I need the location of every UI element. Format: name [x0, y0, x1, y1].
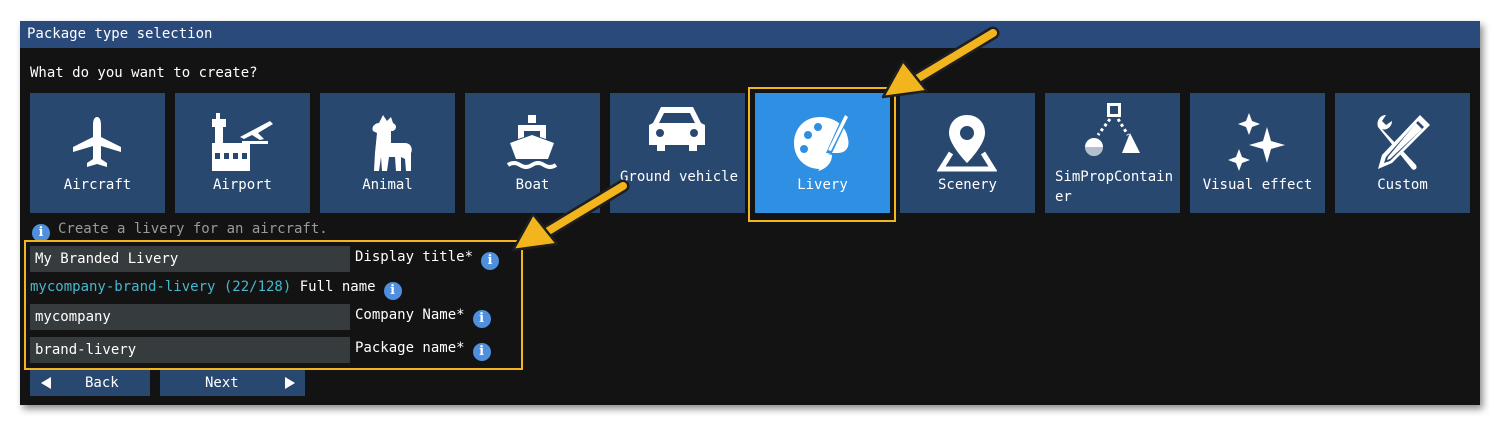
airport-icon [212, 113, 273, 171]
annotation-arrow-livery [881, 26, 1000, 99]
tile-animal[interactable]: Animal [320, 93, 455, 213]
hint-label: Create a livery for an aircraft. [58, 221, 328, 237]
tile-custom[interactable]: Custom [1335, 93, 1470, 213]
tile-simpropcontainer[interactable]: SimPropContainer [1045, 93, 1180, 213]
next-button[interactable]: Next [160, 370, 305, 396]
ship-icon [506, 115, 558, 169]
sparkles-icon [1228, 113, 1285, 171]
tools-icon [1377, 115, 1430, 170]
tile-label: Visual effect [1202, 177, 1313, 193]
dialog-titlebar: Package type selection [20, 21, 1480, 48]
tile-scenery[interactable]: Scenery [900, 93, 1035, 213]
back-button[interactable]: Back [30, 370, 150, 396]
tile-label: Custom [1377, 177, 1428, 193]
arrow-left-icon [41, 377, 51, 389]
question-label: What do you want to create? [30, 65, 258, 81]
shapes-icon [1085, 103, 1140, 156]
back-button-label: Back [85, 375, 119, 391]
dialog-title: Package type selection [27, 26, 213, 42]
tile-label: SimPropContainer [1055, 169, 1174, 205]
livery-highlight [748, 87, 896, 222]
map-pin-icon [937, 115, 997, 172]
tile-label: Animal [362, 177, 413, 193]
tile-label: Ground vehicle [620, 169, 739, 185]
package-type-dialog: Package type selection What do you want … [20, 21, 1480, 405]
tile-label: Scenery [937, 177, 997, 193]
hint-text: i Create a livery for an aircraft. [32, 221, 328, 242]
tile-aircraft[interactable]: Aircraft [30, 93, 165, 213]
next-button-label: Next [205, 375, 239, 391]
tile-visual-effect[interactable]: Visual effect [1190, 93, 1325, 213]
tile-airport[interactable]: Airport [175, 93, 310, 213]
llama-icon [372, 115, 412, 171]
tile-label: Aircraft [63, 177, 132, 193]
tile-label: Airport [212, 177, 272, 193]
form-highlight [24, 240, 523, 370]
car-icon [649, 107, 705, 151]
arrow-right-icon [285, 377, 295, 389]
annotation-arrow-form [511, 179, 630, 252]
aircraft-icon [73, 117, 121, 167]
